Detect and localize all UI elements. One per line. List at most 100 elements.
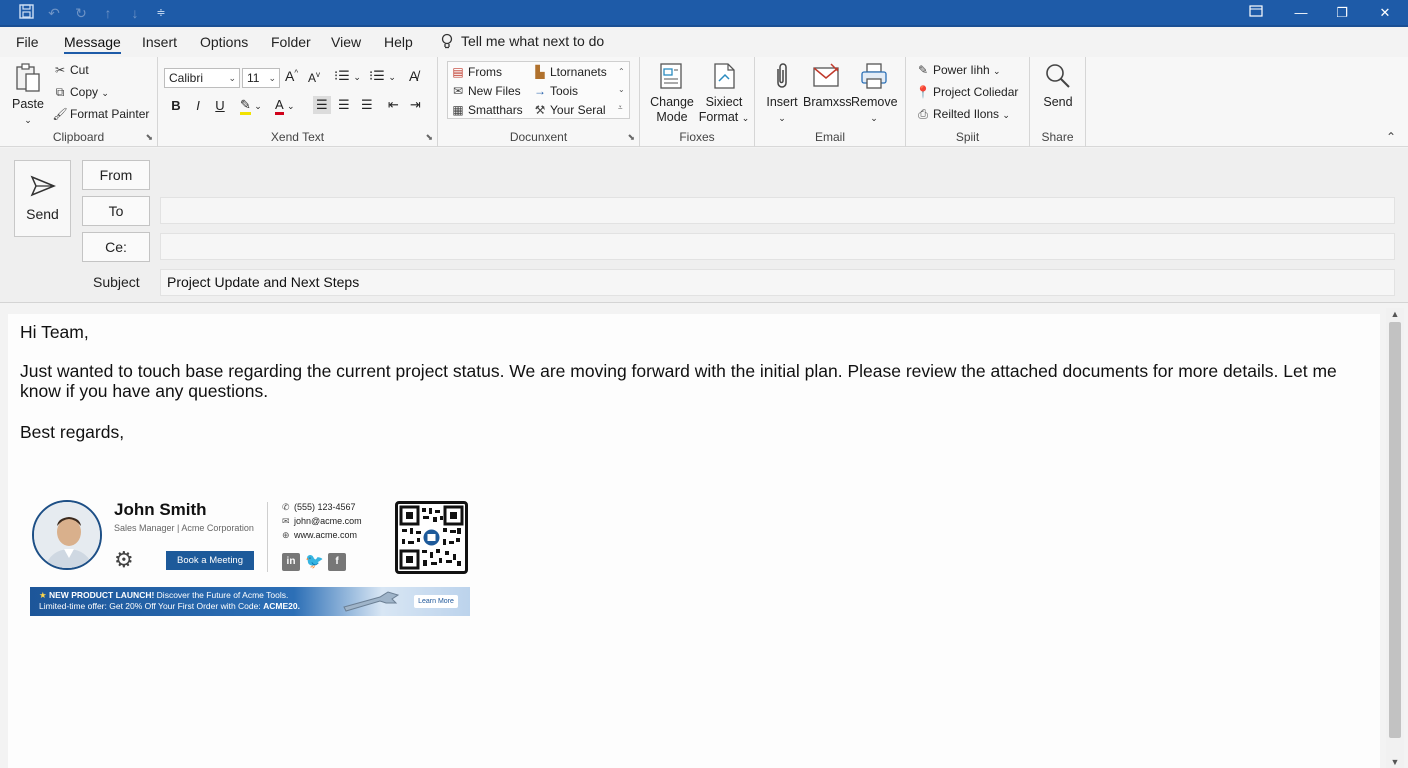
bold-button[interactable]: B <box>167 98 185 113</box>
cut-button[interactable]: ✂ Cut <box>52 63 89 77</box>
body-scrollbar[interactable]: ▲ ▼ <box>1386 308 1404 768</box>
highlight-button[interactable]: ✎ ⌄ <box>240 97 262 115</box>
decrease-indent-icon: ⇤ <box>388 97 399 112</box>
dialog-launcher-icon[interactable]: ⬊ <box>425 132 433 143</box>
banner-code: ACME20. <box>263 601 300 611</box>
customize-toolbar-icon[interactable]: ≑ <box>152 4 170 22</box>
clipboard-group-label: Clipboard <box>52 130 105 144</box>
font-size-select[interactable]: 11 ⌄ <box>242 68 280 88</box>
cc-field[interactable] <box>160 233 1395 260</box>
to-button[interactable]: To <box>82 196 150 226</box>
phone-icon: ✆ <box>282 502 290 512</box>
power-label: Power Iihh <box>933 63 990 77</box>
tools-icon: ⚒ <box>534 103 546 117</box>
font-color-button[interactable]: A ⌄ <box>275 97 295 115</box>
scroll-down-icon[interactable]: ▼ <box>1386 757 1404 767</box>
redo-icon[interactable]: ↻ <box>72 4 90 22</box>
new-files-label: New Files <box>468 84 521 98</box>
copy-button[interactable]: ⧉ Copy ⌄ <box>52 85 109 100</box>
scroll-up-icon[interactable]: ▲ <box>1386 309 1404 319</box>
insert-label: Insert <box>766 95 798 109</box>
send-button[interactable]: Send <box>14 160 71 237</box>
undo-icon[interactable]: ↶ <box>45 4 63 22</box>
tell-me-text: Tell me what next to do <box>461 33 605 49</box>
book-meeting-button[interactable]: Book a Meeting <box>166 551 254 570</box>
align-left-button[interactable]: ☰ <box>313 96 331 114</box>
font-name-select[interactable]: Calibri ⌄ <box>164 68 240 88</box>
learn-more-button[interactable]: Learn More <box>414 595 458 608</box>
from-button[interactable]: From <box>82 160 150 190</box>
banner-text: Discover the Future of Acme Tools. <box>156 590 289 600</box>
tab-message[interactable]: Message <box>64 34 121 54</box>
tab-insert[interactable]: Insert <box>142 34 177 54</box>
remove-button[interactable]: Remove ⌄ <box>851 61 898 126</box>
align-right-button[interactable]: ☰ <box>361 97 373 113</box>
email-text[interactable]: john@acme.com <box>294 516 362 526</box>
smatthars-button[interactable]: ▦ Smatthars <box>450 103 522 117</box>
email-icon: ✉ <box>282 516 290 526</box>
tab-help[interactable]: Help <box>384 34 413 54</box>
gallery-scroll[interactable]: ⌃ ⌄ ⩡ <box>618 63 625 117</box>
sixiect-format-button[interactable]: Sixiect Format ⌄ <box>698 61 750 126</box>
chevron-down-icon: ⌄ <box>228 73 236 83</box>
clear-formatting-icon: A̸ <box>409 68 419 84</box>
subject-field[interactable]: Project Update and Next Steps <box>160 269 1395 296</box>
ltornanets-button[interactable]: ▙ Ltornanets <box>532 65 606 79</box>
arrow-down-icon[interactable]: ↓ <box>126 4 144 22</box>
close-button[interactable]: ✕ <box>1365 2 1405 24</box>
promo-banner[interactable]: ★ NEW PRODUCT LAUNCH! Discover the Futur… <box>30 587 470 616</box>
tab-options[interactable]: Options <box>200 34 248 54</box>
save-icon[interactable] <box>17 4 35 22</box>
project-button[interactable]: 📍 Project Coliedar <box>915 85 1019 99</box>
minimize-button[interactable]: — <box>1281 2 1321 24</box>
body-paragraph-line1: Just wanted to touch base regarding the … <box>20 361 1337 381</box>
share-send-button[interactable]: Send <box>1036 61 1080 110</box>
spiit-group: ✎ Power Iihh ⌄ 📍 Project Coliedar ⎙ Reilted… <box>906 57 1030 147</box>
table-icon: ▦ <box>452 103 464 117</box>
tab-file[interactable]: File <box>16 34 39 54</box>
website-text[interactable]: www.acme.com <box>294 530 357 540</box>
sixiect-format-label: Sixiect Format <box>698 95 743 124</box>
power-button[interactable]: ✎ Power Iihh ⌄ <box>915 63 1001 77</box>
message-body[interactable]: Hi Team, Just wanted to touch base regar… <box>8 314 1380 768</box>
to-field[interactable] <box>160 197 1395 224</box>
twitter-icon[interactable]: 🐦 <box>305 553 324 571</box>
spiit-group-label: Spiit <box>955 130 980 144</box>
collapse-ribbon-icon[interactable]: ⌃ <box>1386 130 1396 144</box>
bullets-button[interactable]: ⁝☰ ⌄ <box>334 68 361 84</box>
facebook-icon[interactable]: f <box>328 553 346 571</box>
tab-view[interactable]: View <box>331 34 361 54</box>
email-group-label: Email <box>814 130 845 144</box>
your-seral-button[interactable]: ⚒ Your Seral <box>532 103 606 117</box>
fioxes-group-label: Fioxes <box>679 130 715 144</box>
dialog-launcher-icon[interactable]: ⬊ <box>627 132 635 143</box>
format-painter-button[interactable]: 🖌 Format Painter <box>52 107 149 121</box>
arrow-up-icon[interactable]: ↑ <box>99 4 117 22</box>
ribbon-display-icon[interactable] <box>1236 2 1276 24</box>
clear-formatting-button[interactable]: A̸ <box>409 68 418 84</box>
shrink-font-button[interactable]: Av <box>308 70 320 85</box>
grow-font-label: A <box>285 68 295 84</box>
bramxss-button[interactable]: Bramxss <box>803 61 852 110</box>
tell-me-search[interactable]: Tell me what next to do <box>441 33 604 49</box>
tab-folder[interactable]: Folder <box>271 34 311 54</box>
restore-button[interactable]: ❐ <box>1322 2 1362 24</box>
numbering-button[interactable]: ⁝☰ ⌄ <box>369 68 396 84</box>
italic-button[interactable]: I <box>189 98 207 113</box>
toois-button[interactable]: → Toois <box>532 84 578 98</box>
paste-button[interactable]: Paste ⌄ <box>8 63 48 128</box>
froms-button[interactable]: ▤ Froms <box>450 65 502 79</box>
cc-button[interactable]: Ce: <box>82 232 150 262</box>
grow-font-button[interactable]: A^ <box>285 68 298 84</box>
increase-indent-button[interactable]: ⇥ <box>410 97 421 113</box>
underline-button[interactable]: U <box>211 98 229 113</box>
change-mode-button[interactable]: Change Mode <box>648 61 696 125</box>
insert-attachment-button[interactable]: Insert ⌄ <box>763 61 801 126</box>
new-files-button[interactable]: ✉ New Files <box>450 84 521 98</box>
dialog-launcher-icon[interactable]: ⬊ <box>145 132 153 143</box>
reilted-button[interactable]: ⎙ Reilted Ilons ⌄ <box>915 107 1010 122</box>
scrollbar-thumb[interactable] <box>1389 322 1401 738</box>
decrease-indent-button[interactable]: ⇤ <box>388 97 399 113</box>
align-center-button[interactable]: ☰ <box>338 97 350 113</box>
linkedin-icon[interactable]: in <box>282 553 300 571</box>
